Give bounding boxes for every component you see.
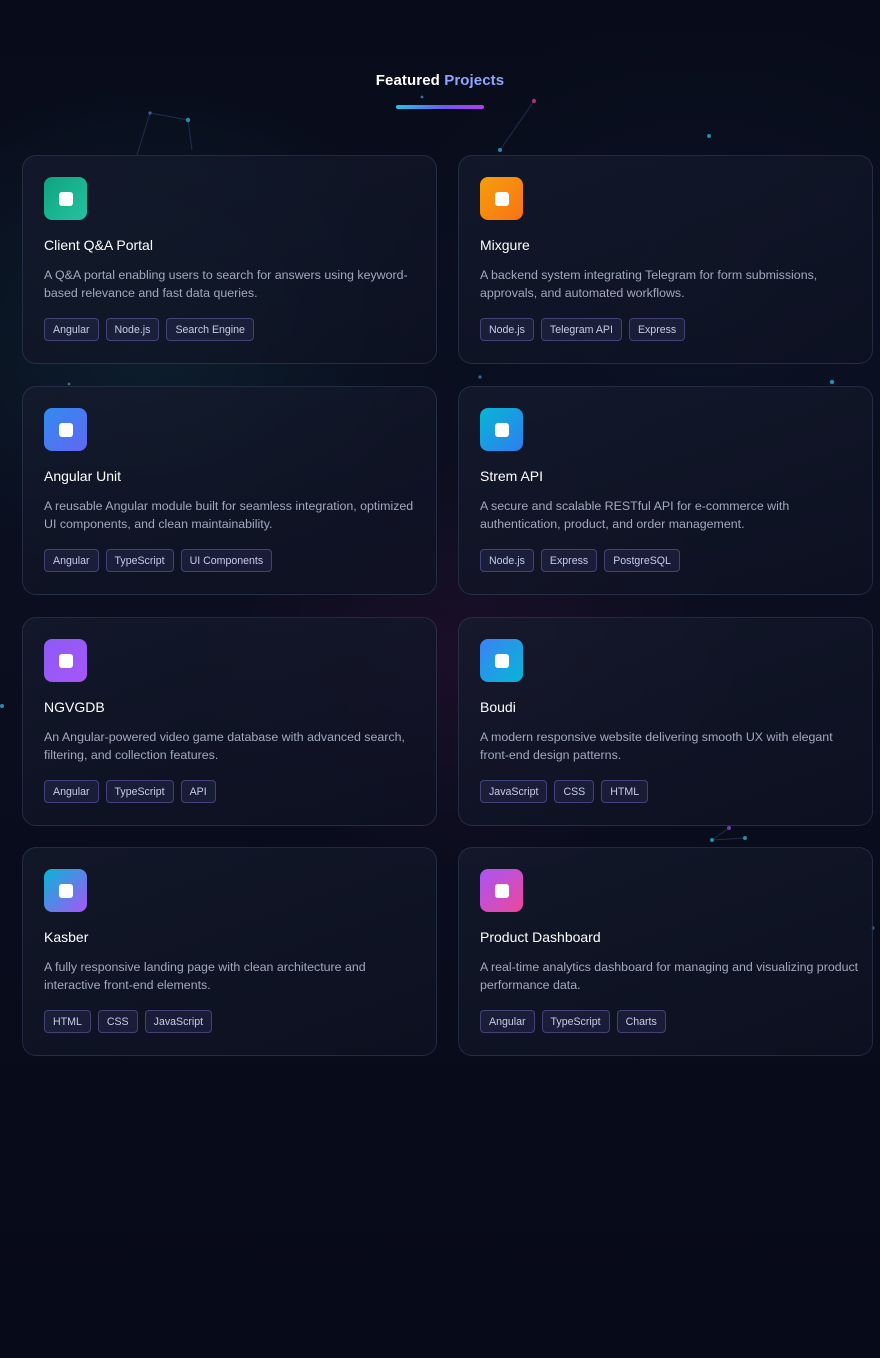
section-title-accent: Projects [444, 72, 505, 89]
tech-tag: TypeScript [105, 780, 174, 803]
project-card[interactable]: Product Dashboard A real-time analytics d… [458, 847, 873, 1056]
project-icon [44, 639, 87, 682]
project-description: An Angular-powered video game database w… [44, 730, 405, 762]
project-description: A reusable Angular module built for seam… [44, 499, 414, 531]
project-tags: Node.js Express PostgreSQL [480, 549, 680, 572]
tech-tag: Node.js [480, 549, 534, 572]
tech-tag: Express [540, 549, 598, 572]
project-tags: HTML CSS JavaScript [44, 1010, 213, 1033]
project-icon-glyph [494, 191, 509, 206]
project-tags: Node.js Telegram API Express [480, 318, 686, 341]
tech-tag: HTML [44, 1010, 91, 1033]
title-underline [396, 105, 484, 109]
project-tags: Angular TypeScript API [44, 780, 216, 803]
project-card[interactable]: Mixgure A backend system integrating Tele… [458, 155, 873, 364]
project-title: Boudi [480, 699, 516, 715]
tech-tag: Angular [480, 1010, 535, 1033]
tech-tag: Search Engine [166, 318, 254, 341]
project-card[interactable]: Kasber A fully responsive landing page wi… [22, 847, 437, 1056]
project-card[interactable]: Client Q&A Portal A Q&A portal enabling u… [22, 155, 437, 364]
project-icon-glyph [58, 422, 73, 437]
project-title: NGVGDB [44, 699, 105, 715]
section-header: Featured Projects [0, 72, 880, 109]
project-icon [480, 408, 523, 451]
project-tags: Angular TypeScript Charts [480, 1010, 666, 1033]
tech-tag: Express [628, 318, 686, 341]
project-icon [480, 177, 523, 220]
project-description: A Q&A portal enabling users to search fo… [44, 268, 408, 300]
project-description: A secure and scalable RESTful API for e-… [480, 499, 790, 531]
section-title: Featured Projects [0, 72, 880, 89]
tech-tag: CSS [97, 1010, 138, 1033]
project-description: A real-time analytics dashboard for mana… [480, 960, 859, 992]
project-tags: Angular TypeScript UI Components [44, 549, 273, 572]
tech-tag: Charts [616, 1010, 666, 1033]
section-title-main: Featured [375, 72, 440, 89]
project-card[interactable]: Boudi A modern responsive website deliver… [458, 617, 873, 826]
project-title: Kasber [44, 929, 89, 945]
project-icon [44, 177, 87, 220]
tech-tag: Angular [44, 780, 99, 803]
project-title: Angular Unit [44, 468, 122, 484]
tech-tag: Angular [44, 549, 99, 572]
project-description: A fully responsive landing page with cle… [44, 960, 366, 992]
project-card[interactable]: Angular Unit A reusable Angular module bu… [22, 386, 437, 595]
tech-tag: API [180, 780, 216, 803]
project-tags: Angular Node.js Search Engine [44, 318, 254, 341]
project-title: Mixgure [480, 237, 530, 253]
project-icon-glyph [494, 422, 509, 437]
tech-tag: HTML [601, 780, 649, 803]
tech-tag: CSS [554, 780, 595, 803]
project-icon-glyph [58, 883, 73, 898]
tech-tag: TypeScript [541, 1010, 610, 1033]
tech-tag: Node.js [105, 318, 160, 341]
tech-tag: Telegram API [540, 318, 622, 341]
project-icon-glyph [494, 883, 509, 898]
project-tags: JavaScript CSS HTML [480, 780, 649, 803]
tech-tag: Node.js [480, 318, 534, 341]
tech-tag: JavaScript [144, 1010, 213, 1033]
project-description: A modern responsive website delivering s… [480, 730, 833, 762]
project-title: Client Q&A Portal [44, 237, 153, 253]
project-description: A backend system integrating Telegram fo… [480, 268, 818, 300]
tech-tag: TypeScript [105, 549, 174, 572]
project-icon [44, 869, 87, 912]
project-icon-glyph [58, 653, 73, 668]
project-title: Product Dashboard [480, 929, 601, 945]
project-icon-glyph [494, 653, 509, 668]
project-card[interactable]: NGVGDB An Angular-powered video game data… [22, 617, 437, 826]
tech-tag: Angular [44, 318, 99, 341]
tech-tag: PostgreSQL [604, 549, 680, 572]
tech-tag: JavaScript [480, 780, 548, 803]
projects-page: Featured Projects Client Q&A Portal A Q&A… [0, 0, 880, 1358]
project-icon-glyph [58, 191, 73, 206]
project-card[interactable]: Strem API A secure and scalable RESTful A… [458, 386, 873, 595]
project-title: Strem API [480, 468, 544, 484]
tech-tag: UI Components [180, 549, 273, 572]
project-icon [480, 639, 523, 682]
project-icon [480, 869, 523, 912]
project-icon [44, 408, 87, 451]
